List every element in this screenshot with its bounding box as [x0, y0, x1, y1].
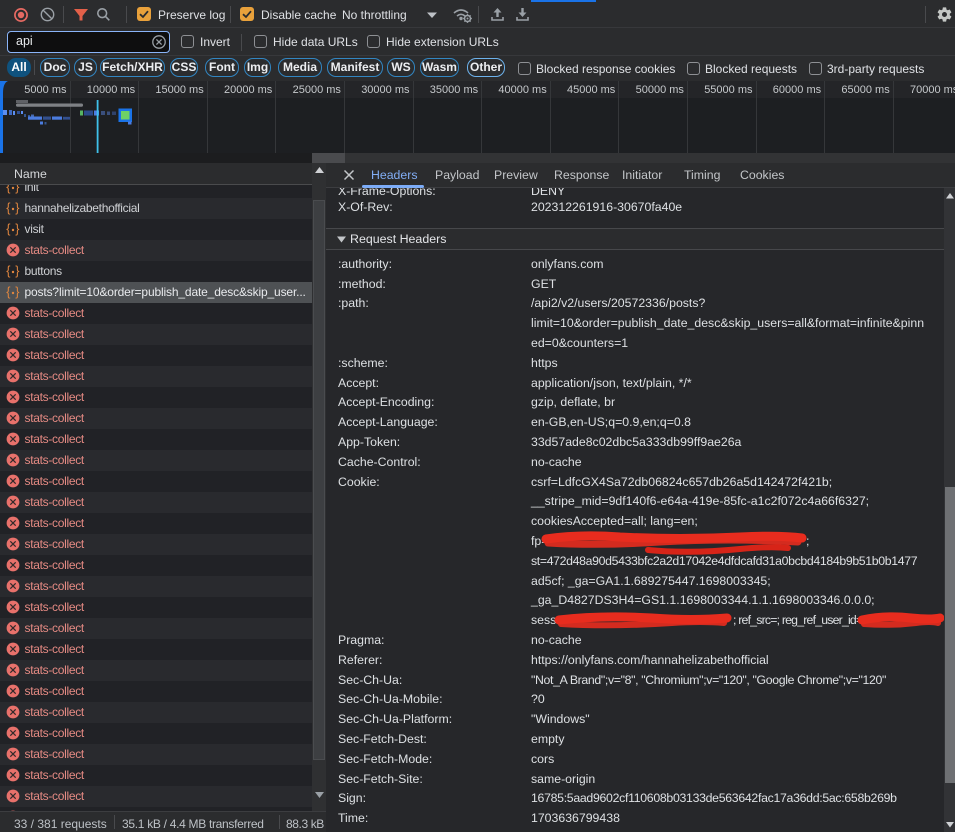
svg-text:{: {	[6, 222, 10, 236]
svg-text:{: {	[6, 285, 10, 299]
svg-text:{: {	[6, 201, 10, 215]
svg-text:}: }	[15, 222, 19, 236]
svg-text:}: }	[15, 264, 19, 278]
svg-text:}: }	[15, 285, 19, 299]
svg-text:}: }	[15, 201, 19, 215]
svg-text:{: {	[6, 185, 10, 194]
svg-text:{: {	[6, 264, 10, 278]
svg-text:}: }	[15, 185, 19, 194]
